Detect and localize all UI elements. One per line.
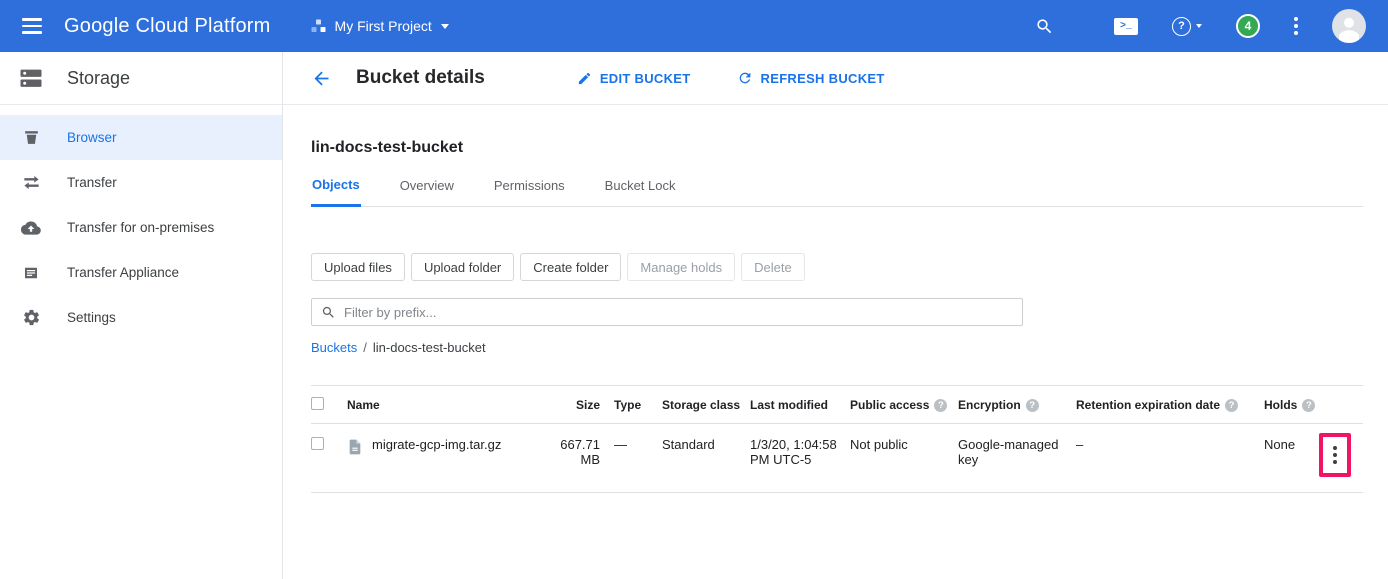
row-checkbox[interactable] (311, 437, 324, 450)
menu-icon[interactable] (0, 18, 64, 34)
topbar-actions: >_ ? 4 (1035, 9, 1388, 43)
search-icon[interactable] (1035, 17, 1054, 36)
table-header-row: Name Size Type Storage class Last modifi… (311, 386, 1363, 424)
sidebar-title: Storage (67, 68, 130, 89)
column-header-holds: Holds? (1264, 386, 1319, 424)
sidebar-item-browser[interactable]: Browser (0, 115, 282, 160)
cell-retention: – (1076, 424, 1264, 493)
breadcrumb-buckets-link[interactable]: Buckets (311, 340, 357, 355)
breadcrumb-separator: / (363, 340, 367, 355)
tab-permissions[interactable]: Permissions (493, 177, 566, 206)
edit-bucket-button[interactable]: EDIT BUCKET (577, 71, 691, 86)
cloud-shell-icon[interactable]: >_ (1114, 18, 1138, 35)
chevron-down-icon (1196, 24, 1202, 28)
column-header-type: Type (614, 386, 662, 424)
object-toolbar: Upload files Upload folder Create folder… (311, 253, 1388, 281)
sidebar-item-label: Transfer (67, 175, 117, 190)
notifications-badge[interactable]: 4 (1236, 14, 1260, 38)
top-app-bar: Google Cloud Platform My First Project >… (0, 0, 1388, 52)
main-header: Bucket details EDIT BUCKET REFRESH BUCKE… (283, 52, 1388, 105)
sidebar: Storage Browser Transfer (0, 52, 283, 579)
tab-bucket-lock[interactable]: Bucket Lock (604, 177, 677, 206)
cell-size: 667.71 MB (552, 424, 614, 493)
column-header-name: Name (347, 386, 552, 424)
help-icon[interactable]: ? (934, 399, 947, 412)
cell-public-access: Not public (850, 424, 958, 493)
column-header-retention: Retention expiration date? (1076, 386, 1264, 424)
filter-input[interactable] (344, 305, 1013, 320)
hamburger-icon (22, 18, 42, 34)
help-icon[interactable]: ? (1225, 399, 1238, 412)
help-icon[interactable]: ? (1302, 399, 1315, 412)
sidebar-item-transfer-on-premises[interactable]: Transfer for on-premises (0, 205, 282, 250)
sidebar-item-label: Transfer for on-premises (67, 220, 214, 235)
project-name: My First Project (335, 18, 432, 34)
column-header-public-access: Public access? (850, 386, 958, 424)
help-icon: ? (1172, 17, 1191, 36)
main-content: Bucket details EDIT BUCKET REFRESH BUCKE… (283, 52, 1388, 579)
help-menu-button[interactable]: ? (1172, 17, 1202, 36)
search-icon (321, 305, 336, 320)
avatar[interactable] (1332, 9, 1366, 43)
sidebar-item-label: Browser (67, 130, 117, 145)
manage-holds-button[interactable]: Manage holds (627, 253, 735, 281)
sidebar-item-transfer-appliance[interactable]: Transfer Appliance (0, 250, 282, 295)
more-options-icon[interactable] (1294, 17, 1298, 35)
file-icon (347, 438, 363, 456)
table-row: migrate-gcp-img.tar.gz 667.71 MB — Stand… (311, 424, 1363, 493)
cell-holds: None (1264, 424, 1319, 493)
swap-arrows-icon (20, 173, 42, 192)
cell-type: — (614, 424, 662, 493)
row-more-options-icon[interactable] (1329, 442, 1341, 468)
objects-table: Name Size Type Storage class Last modifi… (311, 385, 1363, 493)
sidebar-item-label: Transfer Appliance (67, 265, 179, 280)
bucket-icon (20, 128, 42, 147)
select-all-checkbox[interactable] (311, 397, 324, 410)
pencil-icon (577, 71, 592, 86)
column-header-storage-class: Storage class (662, 386, 750, 424)
help-icon[interactable]: ? (1026, 399, 1039, 412)
storage-product-icon (19, 68, 43, 89)
breadcrumb: Buckets / lin-docs-test-bucket (311, 340, 1388, 355)
cell-encryption: Google-managed key (958, 424, 1076, 493)
sidebar-header: Storage (0, 52, 282, 105)
column-header-last-modified: Last modified (750, 386, 850, 424)
page-title: Bucket details (356, 67, 485, 89)
gcp-console: Google Cloud Platform My First Project >… (0, 0, 1388, 579)
breadcrumb-current: lin-docs-test-bucket (373, 340, 486, 355)
upload-files-button[interactable]: Upload files (311, 253, 405, 281)
column-header-size: Size (552, 386, 614, 424)
cell-storage-class: Standard (662, 424, 750, 493)
back-arrow-icon[interactable] (311, 68, 332, 89)
gear-icon (20, 308, 42, 327)
object-name-link[interactable]: migrate-gcp-img.tar.gz (372, 437, 501, 452)
tab-bar: Objects Overview Permissions Bucket Lock (311, 177, 1363, 207)
create-folder-button[interactable]: Create folder (520, 253, 621, 281)
delete-button[interactable]: Delete (741, 253, 805, 281)
project-selector[interactable]: My First Project (311, 18, 449, 34)
annotation-highlight-box (1319, 433, 1351, 477)
column-header-encryption: Encryption? (958, 386, 1076, 424)
brand-title: Google Cloud Platform (64, 15, 271, 38)
chevron-down-icon (441, 24, 449, 29)
tab-objects[interactable]: Objects (311, 177, 361, 207)
appliance-box-icon (20, 264, 42, 282)
cloud-upload-icon (20, 218, 42, 238)
upload-folder-button[interactable]: Upload folder (411, 253, 514, 281)
bucket-name: lin-docs-test-bucket (311, 139, 1388, 157)
refresh-icon (737, 70, 753, 86)
project-icon (311, 19, 326, 34)
tab-overview[interactable]: Overview (399, 177, 455, 206)
cell-last-modified: 1/3/20, 1:04:58 PM UTC-5 (750, 424, 850, 493)
sidebar-item-settings[interactable]: Settings (0, 295, 282, 340)
filter-field (311, 298, 1023, 326)
sidebar-item-transfer[interactable]: Transfer (0, 160, 282, 205)
sidebar-nav: Browser Transfer Transfer for on-premise… (0, 105, 282, 340)
refresh-bucket-button[interactable]: REFRESH BUCKET (737, 70, 885, 86)
sidebar-item-label: Settings (67, 310, 116, 325)
